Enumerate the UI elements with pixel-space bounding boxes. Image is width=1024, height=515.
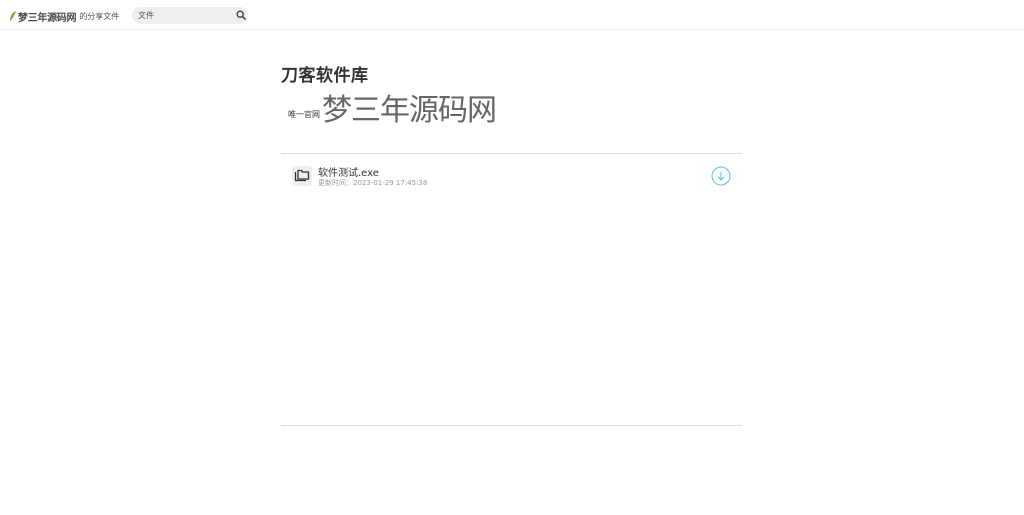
description-small-text: 唯一官网 [288,110,320,119]
search-box [132,7,248,24]
download-arrow-icon[interactable] [711,166,731,186]
file-name[interactable]: 软件测试.exe [318,164,379,179]
library-description: 唯一官网 梦三年源码网 [288,93,497,128]
library-title: 刀客软件库 [281,66,369,86]
leaf-icon [9,11,16,22]
search-input[interactable] [138,8,230,23]
file-updated-time: 更新时间：2023-01-29 17:45:38 [318,179,428,187]
top-bar: 梦三年源码网 的分享文件 [0,0,1024,30]
brand-logo[interactable]: 梦三年源码网 的分享文件 [9,8,119,24]
search-icon[interactable] [236,10,246,20]
divider [281,425,742,426]
folder-copy-icon [292,166,312,186]
file-list-item[interactable]: 软件测试.exe 更新时间：2023-01-29 17:45:38 [281,154,742,198]
brand-name: 梦三年源码网 [18,12,77,24]
brand-suffix: 的分享文件 [79,11,120,21]
description-big-text: 梦三年源码网 [322,93,497,128]
